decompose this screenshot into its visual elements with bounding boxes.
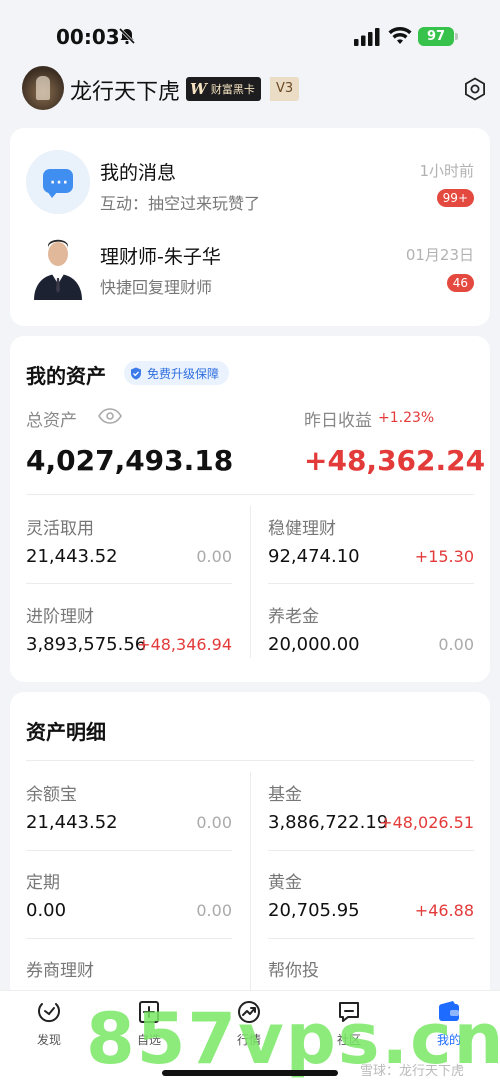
- asset-item-value: 20,000.00: [268, 634, 360, 655]
- divider: [26, 494, 474, 495]
- vip-badge-mark: W: [190, 80, 207, 98]
- detail-item-change: 0.00: [196, 813, 232, 832]
- detail-item-name: 基金: [268, 785, 302, 805]
- message-title: 我的消息: [100, 162, 177, 184]
- advisor-avatar: [34, 239, 82, 300]
- asset-item-name: 稳健理财: [268, 519, 336, 539]
- divider: [26, 583, 232, 584]
- signal-icon: [354, 28, 380, 46]
- vip-badge[interactable]: W 财富黑卡: [186, 77, 261, 101]
- battery-icon: 97: [418, 27, 454, 46]
- asset-item-name: 养老金: [268, 607, 319, 627]
- asset-item-name: 灵活取用: [26, 519, 94, 539]
- advisor-subtitle: 快捷回复理财师: [100, 278, 213, 297]
- tab-label: 发现: [36, 1033, 61, 1047]
- message-bubble-icon: ···: [26, 150, 90, 214]
- assets-card: 我的资产 免费升级保障 总资产 昨日收益 +1.23% 4,027,493.18…: [10, 336, 490, 682]
- asset-item-value: 21,443.52: [26, 546, 118, 567]
- message-subtitle: 互动：抽空过来玩赞了: [100, 194, 261, 213]
- wifi-icon: [388, 27, 412, 44]
- yesterday-income-label: 昨日收益: [304, 411, 372, 431]
- divider: [250, 506, 251, 658]
- divider: [26, 938, 232, 939]
- tab-discover[interactable]: 发现: [14, 999, 84, 1048]
- shield-icon: [131, 367, 141, 379]
- asset-item-name: 进阶理财: [26, 607, 94, 627]
- detail-item-name: 帮你投: [268, 961, 319, 981]
- home-indicator: [162, 1070, 338, 1076]
- battery-tip: [455, 33, 458, 40]
- settings-gear-icon[interactable]: [463, 77, 487, 101]
- detail-item-change: 0.00: [196, 901, 232, 920]
- detail-item-name: 定期: [26, 873, 60, 893]
- yesterday-income-value: +48,362.24: [304, 444, 486, 477]
- asset-details-card: 资产明细 余额宝 21,443.52 0.00 基金 3,886,722.19 …: [10, 692, 490, 1002]
- total-assets-label: 总资产: [26, 411, 77, 431]
- messages-card: ··· 我的消息 互动：抽空过来玩赞了 1小时前 99+ 理财师-朱子华 快捷回…: [10, 128, 490, 326]
- upgrade-guard-badge[interactable]: 免费升级保障: [124, 361, 230, 385]
- divider: [268, 850, 474, 851]
- asset-item-change: 0.00: [438, 635, 474, 654]
- advisor-title: 理财师-朱子华: [100, 246, 221, 268]
- detail-item-value: 20,705.95: [268, 900, 360, 921]
- detail-item-name: 黄金: [268, 873, 302, 893]
- detail-item-change: +46.88: [414, 901, 474, 920]
- divider: [26, 850, 232, 851]
- status-time: 00:03: [56, 25, 120, 49]
- divider: [268, 938, 474, 939]
- detail-item-name: 余额宝: [26, 785, 77, 805]
- message-time: 1小时前: [419, 162, 474, 180]
- total-assets-value: 4,027,493.18: [26, 444, 234, 477]
- advisor-count-badge: 46: [446, 274, 474, 292]
- watermark-credit: 雪球：龙行天下虎: [360, 1064, 465, 1079]
- asset-item-value: 92,474.10: [268, 546, 360, 567]
- advisor-time: 01月23日: [405, 246, 474, 264]
- detail-item-change: +48,026.51: [379, 813, 474, 832]
- battery-level: 97: [426, 29, 446, 44]
- divider: [250, 772, 251, 992]
- details-title: 资产明细: [26, 720, 106, 744]
- detail-item-value: 0.00: [26, 900, 67, 921]
- detail-item-value: 3,886,722.19: [268, 812, 389, 833]
- asset-item-value: 3,893,575.56: [26, 634, 147, 655]
- detail-item-value: 21,443.52: [26, 812, 118, 833]
- assets-title: 我的资产: [26, 364, 106, 388]
- asset-item-change: 0.00: [196, 547, 232, 566]
- asset-item-change: +48,346.94: [137, 635, 232, 654]
- avatar[interactable]: [22, 66, 64, 110]
- yesterday-income-percent: +1.23%: [378, 410, 435, 426]
- status-bar: 00:03 97: [0, 0, 500, 62]
- detail-item-name: 券商理财: [26, 961, 94, 981]
- divider: [268, 583, 474, 584]
- guard-label: 免费升级保障: [147, 366, 220, 381]
- username[interactable]: 龙行天下虎: [70, 74, 180, 106]
- vip-badge-text: 财富黑卡: [210, 83, 255, 96]
- discover-icon: [38, 1003, 60, 1023]
- muted-bell-icon: [118, 27, 136, 45]
- divider: [26, 760, 474, 761]
- asset-item-change: +15.30: [414, 547, 474, 566]
- eye-icon[interactable]: [98, 408, 122, 424]
- unread-count-badge: 99+: [436, 189, 474, 207]
- level-badge[interactable]: V3: [270, 77, 300, 101]
